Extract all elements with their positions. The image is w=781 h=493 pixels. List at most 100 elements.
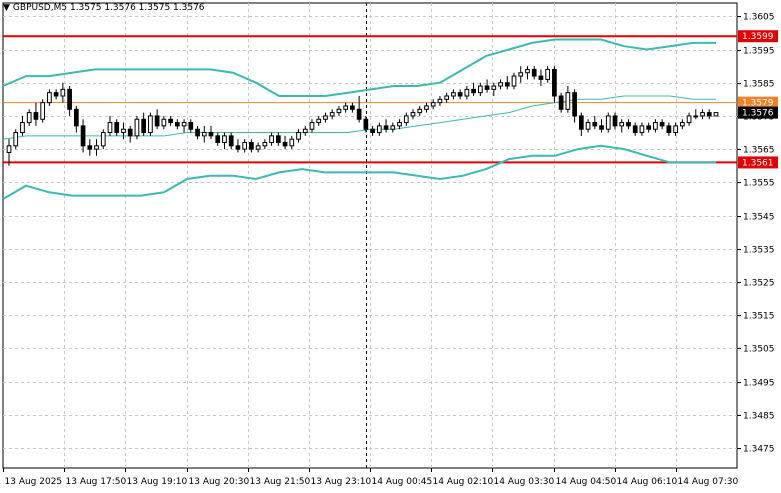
candle-body-bull bbox=[20, 122, 25, 134]
candle-body-bear bbox=[67, 88, 72, 110]
y-tick-label: 1.3595 bbox=[743, 47, 775, 57]
candle-body-bull bbox=[390, 125, 396, 130]
candle-body-bull bbox=[255, 145, 261, 150]
candle-body-bear bbox=[626, 122, 631, 127]
candle-body-bull bbox=[679, 122, 685, 127]
candle-body-bull bbox=[100, 132, 106, 147]
price-level-label: 1.3599 bbox=[742, 32, 774, 42]
candle-body-bull bbox=[437, 98, 443, 104]
ohlc-readout: 1.3575 1.3576 1.3575 1.3576 bbox=[69, 3, 205, 13]
candle-body-bull bbox=[410, 112, 416, 117]
y-tick-label: 1.3555 bbox=[743, 179, 775, 189]
x-tick-label: 14 Aug 00:45 bbox=[372, 477, 433, 487]
y-tick-label: 1.3545 bbox=[743, 213, 775, 223]
candle-body-bear bbox=[127, 128, 133, 137]
candle-body-bull bbox=[316, 118, 322, 124]
candle-body-bear bbox=[195, 128, 200, 137]
candle-body-bull bbox=[585, 122, 591, 130]
y-tick-label: 1.3505 bbox=[743, 345, 775, 355]
x-tick-label: 14 Aug 04:50 bbox=[556, 477, 617, 487]
y-tick-label: 1.3585 bbox=[743, 80, 775, 90]
candle-body-bull bbox=[700, 112, 705, 117]
candle-body-bear bbox=[215, 135, 221, 144]
y-tick-label: 1.3525 bbox=[743, 279, 775, 289]
candle-body-bear bbox=[363, 118, 369, 130]
candle-body-bull bbox=[60, 88, 66, 97]
candle-body-bear bbox=[53, 92, 59, 97]
candle-body-bull bbox=[302, 128, 308, 134]
candle-body-bull bbox=[376, 125, 382, 134]
candle-body-bull bbox=[181, 122, 187, 127]
candlestick-chart: 1.36051.35951.35851.35751.35651.35551.35… bbox=[2, 2, 778, 487]
candle-body-bull bbox=[296, 132, 301, 140]
candle-body-bull bbox=[511, 75, 517, 87]
candle-body-bull bbox=[161, 118, 167, 127]
candle-body-bull bbox=[518, 72, 524, 77]
candle-body-bear bbox=[249, 142, 254, 150]
candle-body-bull bbox=[40, 102, 46, 120]
candle-body-bull bbox=[289, 138, 295, 147]
candle-body-bull bbox=[26, 112, 32, 124]
candle-body-bull bbox=[525, 68, 530, 74]
x-tick-label: 13 Aug 17:50 bbox=[66, 477, 127, 487]
candle-body-bull bbox=[242, 142, 248, 150]
current-price-label: 1.3576 bbox=[742, 109, 774, 119]
y-tick-label: 1.3495 bbox=[743, 379, 775, 389]
candle-body-bear bbox=[531, 68, 537, 77]
chart-header: ▼ GBPUSD,M5 1.3575 1.3576 1.3575 1.3576 bbox=[3, 3, 205, 13]
y-tick-label: 1.3485 bbox=[743, 412, 775, 422]
candle-body-bull bbox=[269, 135, 274, 144]
y-tick-label: 1.3475 bbox=[743, 445, 775, 455]
candle-body-bull bbox=[619, 122, 625, 127]
candle-body-bear bbox=[73, 108, 79, 127]
candle-body-bear bbox=[572, 92, 577, 117]
candle-body-bear bbox=[208, 132, 214, 137]
candle-body-bull bbox=[6, 145, 12, 153]
candle-body-bull bbox=[47, 92, 52, 104]
candle-body-bull bbox=[605, 115, 611, 130]
y-tick-label: 1.3535 bbox=[743, 246, 775, 256]
candle-body-bear bbox=[457, 92, 463, 97]
x-tick-label: 14 Aug 06:10 bbox=[617, 477, 678, 487]
candle-body-bear bbox=[646, 125, 652, 130]
x-tick-label: 14 Aug 07:30 bbox=[678, 477, 739, 487]
candle-body-bull bbox=[693, 115, 699, 118]
candle-body-bull bbox=[201, 132, 207, 137]
candle-body-bear bbox=[282, 142, 288, 147]
price-level-label: 1.3561 bbox=[742, 158, 774, 168]
y-tick-label: 1.3515 bbox=[743, 312, 775, 322]
candle-body-bear bbox=[612, 115, 618, 127]
candle-body-bear bbox=[33, 112, 39, 120]
x-tick-label: 13 Aug 23:10 bbox=[311, 477, 372, 487]
candle-body-bear bbox=[228, 135, 234, 147]
candle-body-bull bbox=[464, 88, 470, 97]
candle-body-bear bbox=[632, 125, 638, 134]
plot-frame bbox=[2, 2, 738, 469]
candle-body-bear bbox=[383, 125, 389, 130]
candle-body-bull bbox=[545, 68, 551, 80]
candle-body-bull bbox=[397, 122, 402, 127]
x-tick-label: 14 Aug 03:30 bbox=[494, 477, 555, 487]
candle-body-bear bbox=[356, 108, 362, 120]
candle-body-bull bbox=[94, 145, 99, 150]
candle-body-bull bbox=[336, 108, 342, 114]
candle-body-bull bbox=[491, 85, 497, 90]
candle-body-bear bbox=[174, 122, 180, 127]
candle-body-bull bbox=[498, 82, 503, 87]
candle-body-bear bbox=[706, 112, 712, 117]
candle-body-bull bbox=[430, 102, 436, 107]
candle-body-bull bbox=[107, 122, 113, 134]
candle-body-bear bbox=[504, 82, 510, 87]
candle-body-bull bbox=[309, 122, 315, 130]
x-tick-label: 13 Aug 20:30 bbox=[189, 477, 250, 487]
candle-body-bull bbox=[262, 142, 268, 147]
triangle-down-icon[interactable]: ▼ bbox=[3, 3, 10, 13]
candle-body-bear bbox=[80, 125, 86, 147]
candle-body-bull bbox=[686, 115, 692, 124]
candle-body-bull bbox=[639, 125, 645, 134]
x-tick-label: 13 Aug 21:50 bbox=[250, 477, 311, 487]
candle-body-bear bbox=[275, 135, 281, 144]
candle-body-bear bbox=[350, 105, 355, 110]
candle-body-bear bbox=[141, 118, 147, 134]
candle-body-bull bbox=[323, 115, 328, 120]
